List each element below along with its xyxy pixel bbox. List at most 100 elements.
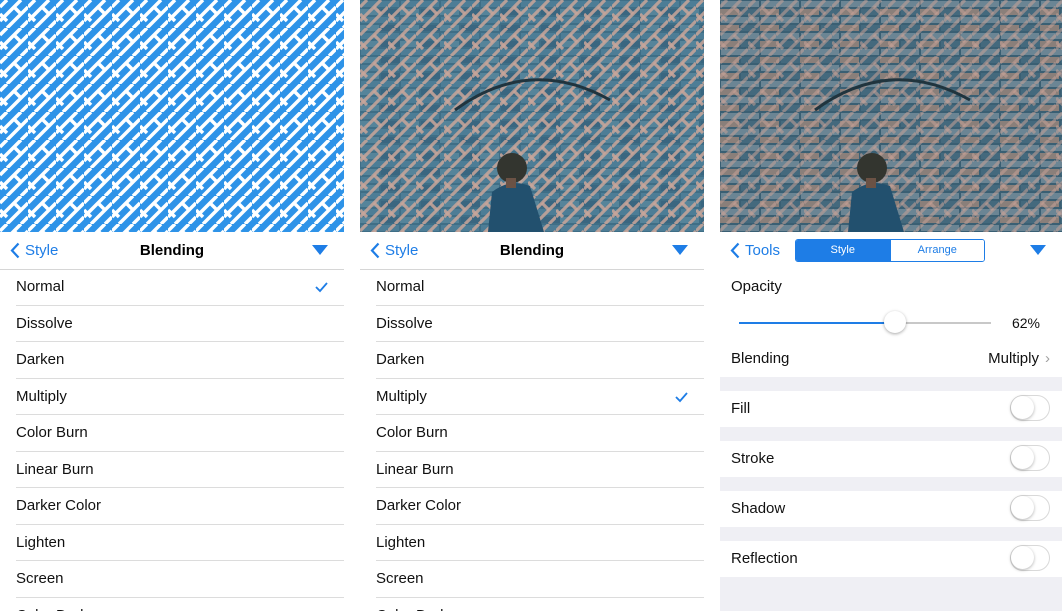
blended-photo-image xyxy=(360,0,704,232)
blending-mode-item[interactable]: Color Burn xyxy=(0,415,344,452)
opacity-value: 62% xyxy=(1011,315,1040,331)
blending-mode-item[interactable]: Normal xyxy=(360,269,704,306)
stroke-toggle[interactable] xyxy=(1010,445,1050,471)
blending-mode-item[interactable]: Darker Color xyxy=(360,488,704,525)
blending-mode-item[interactable]: Color Dodge xyxy=(0,598,344,611)
blending-mode-label: Screen xyxy=(376,570,424,587)
reflection-label: Reflection xyxy=(731,550,798,567)
blending-mode-label: Color Dodge xyxy=(376,607,460,611)
blending-mode-item[interactable]: Lighten xyxy=(0,525,344,562)
blending-mode-list: Normal Dissolve Darken Multiply Color Burn Li… xyxy=(360,269,704,611)
toggle-knob xyxy=(1011,496,1034,519)
chevron-pattern-image xyxy=(0,0,344,232)
stroke-label: Stroke xyxy=(731,450,775,467)
blending-mode-label: Darker Color xyxy=(16,497,102,514)
blending-mode-item[interactable]: Linear Burn xyxy=(0,452,344,489)
blending-mode-item[interactable]: Screen xyxy=(0,561,344,598)
reflection-row: Reflection xyxy=(720,541,1062,577)
back-button[interactable]: Style xyxy=(370,232,418,269)
blending-mode-item[interactable]: Color Burn xyxy=(360,415,704,452)
dropdown-triangle-icon[interactable] xyxy=(1030,245,1046,255)
shadow-row: Shadow xyxy=(720,491,1062,527)
checkmark-icon xyxy=(675,391,688,402)
chevron-left-icon xyxy=(370,242,380,259)
style-settings-panel: Tools Style Arrange Opacity 62% Blending… xyxy=(720,0,1062,611)
fill-label: Fill xyxy=(731,400,751,417)
navigation-bar: Style Blending xyxy=(0,232,344,270)
blending-mode-label: Linear Burn xyxy=(376,460,454,478)
toggle-knob xyxy=(1011,396,1034,419)
blending-mode-label: Linear Burn xyxy=(16,460,94,478)
back-button[interactable]: Tools xyxy=(730,232,780,269)
chevron-left-icon xyxy=(730,242,740,259)
blending-mode-item[interactable]: Linear Burn xyxy=(360,452,704,489)
opacity-slider-row: 62% xyxy=(720,305,1062,341)
toggle-knob xyxy=(1011,546,1034,569)
toggle-knob xyxy=(1011,446,1034,469)
stroke-row: Stroke xyxy=(720,441,1062,477)
blending-mode-label: Color Dodge xyxy=(16,607,100,611)
checkmark-icon xyxy=(315,282,328,293)
opacity-row: Opacity xyxy=(720,269,1062,305)
section-divider xyxy=(720,477,1062,491)
chevron-left-icon xyxy=(10,242,20,259)
blending-mode-item[interactable]: Darker Color xyxy=(0,488,344,525)
blending-mode-label: Darker Color xyxy=(376,497,462,514)
blending-value: Multiply xyxy=(988,350,1039,367)
blending-mode-label: Dissolve xyxy=(16,314,73,332)
blended-photo-image xyxy=(720,0,1062,232)
blending-mode-item[interactable]: Normal xyxy=(0,269,344,306)
blending-mode-item[interactable]: Dissolve xyxy=(360,306,704,343)
blending-mode-label: Color Burn xyxy=(376,424,448,441)
chevron-right-icon: › xyxy=(1045,350,1050,367)
section-divider xyxy=(720,377,1062,391)
blending-mode-item[interactable]: Darken xyxy=(360,342,704,379)
fill-row: Fill xyxy=(720,391,1062,427)
segment-style[interactable]: Style xyxy=(796,240,890,261)
shadow-label: Shadow xyxy=(731,500,786,517)
blending-mode-label: Darken xyxy=(16,351,65,368)
section-divider xyxy=(720,527,1062,541)
shadow-toggle[interactable] xyxy=(1010,495,1050,521)
blending-mode-list: Normal Dissolve Darken Multiply Color Burn Li… xyxy=(0,269,344,611)
blending-value-wrap: Multiply › xyxy=(988,341,1050,377)
blending-mode-label: Color Burn xyxy=(16,424,88,441)
blending-mode-label: Multiply xyxy=(376,387,427,405)
opacity-slider-thumb[interactable] xyxy=(884,311,907,333)
pattern-preview xyxy=(0,0,344,232)
blending-mode-item[interactable]: Multiply xyxy=(0,379,344,416)
blending-mode-label: Darken xyxy=(376,351,425,368)
blending-mode-item[interactable]: Color Dodge xyxy=(360,598,704,611)
blending-mode-item[interactable]: Dissolve xyxy=(0,306,344,343)
blending-mode-label: Multiply xyxy=(16,387,67,405)
reflection-toggle[interactable] xyxy=(1010,545,1050,571)
bottom-background xyxy=(720,577,1062,611)
blending-mode-label: Normal xyxy=(376,278,425,295)
style-arrange-segmented-control: Style Arrange xyxy=(795,239,985,262)
blending-mode-item[interactable]: Screen xyxy=(360,561,704,598)
blending-mode-label: Lighten xyxy=(376,533,426,551)
blending-mode-item[interactable]: Multiply xyxy=(360,379,704,416)
blending-panel-left: Style Blending Normal Dissolve Darken Multi… xyxy=(0,0,344,611)
blending-mode-label: Screen xyxy=(16,570,64,587)
back-button-label: Style xyxy=(25,242,59,259)
section-divider xyxy=(720,427,1062,441)
opacity-label: Opacity xyxy=(731,278,782,295)
dropdown-triangle-icon[interactable] xyxy=(312,245,328,255)
blending-mode-label: Normal xyxy=(16,278,65,295)
opacity-slider-track[interactable] xyxy=(739,311,991,333)
blending-panel-middle: Style Blending Normal Dissolve Darken Multi… xyxy=(360,0,704,611)
blending-row[interactable]: Blending Multiply › xyxy=(720,341,1062,377)
navigation-bar: Tools Style Arrange xyxy=(720,232,1062,270)
back-button[interactable]: Style xyxy=(10,232,58,269)
dropdown-triangle-icon[interactable] xyxy=(672,245,688,255)
blending-mode-label: Lighten xyxy=(16,533,66,551)
blending-label: Blending xyxy=(731,350,790,367)
back-button-label: Tools xyxy=(745,242,781,259)
segment-arrange[interactable]: Arrange xyxy=(889,240,984,261)
photo-preview xyxy=(720,0,1062,232)
blending-mode-label: Dissolve xyxy=(376,314,433,332)
blending-mode-item[interactable]: Darken xyxy=(0,342,344,379)
blending-mode-item[interactable]: Lighten xyxy=(360,525,704,562)
fill-toggle[interactable] xyxy=(1010,395,1050,421)
